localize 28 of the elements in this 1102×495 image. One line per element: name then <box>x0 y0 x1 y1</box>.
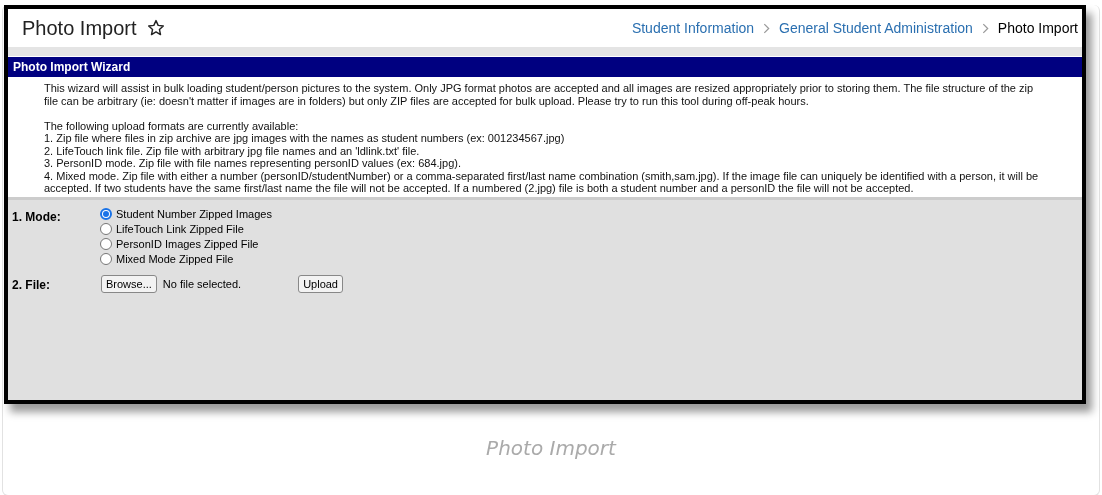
breadcrumb-link[interactable]: Student Information <box>631 20 755 36</box>
breadcrumb-current: Photo Import <box>997 20 1078 36</box>
file-label: 2. File: <box>12 277 51 292</box>
upload-button[interactable]: Upload <box>298 274 343 293</box>
formats-heading: The following upload formats are currently available: <box>44 119 300 132</box>
format-item: 3. PersonID mode. Zip file with file names representing personID values (ex: 684.jpg). <box>44 157 462 170</box>
format-item: 2. LifeTouch link file. Zip file with arbitrary jpg file names and an 'ldlink.txt' file. <box>44 144 421 157</box>
radio-label[interactable]: Mixed Mode Zipped File <box>116 252 234 265</box>
browse-button[interactable]: Browse... <box>101 274 157 293</box>
mode-label: 1. Mode: <box>12 209 62 224</box>
radio-label[interactable]: Student Number Zipped Images <box>116 207 272 220</box>
image-caption: Photo Import <box>485 436 618 460</box>
radio-button[interactable] <box>100 207 112 220</box>
radio-button[interactable] <box>100 237 112 250</box>
radio-button[interactable] <box>100 252 112 265</box>
breadcrumb-link[interactable]: General Student Administration <box>779 20 973 36</box>
chevron-icon <box>981 22 989 34</box>
star-icon[interactable] <box>146 19 165 37</box>
radio-label[interactable]: LifeTouch Link Zipped File <box>116 222 244 235</box>
radio-label[interactable]: PersonID Images Zipped File <box>116 237 259 250</box>
radio-button[interactable] <box>100 222 112 235</box>
wizard-title-bar: Photo Import Wizard <box>8 56 1082 77</box>
file-status: No file selected. <box>162 277 242 290</box>
format-item: 4. Mixed mode. Zip file with either a number (personID/studentNumber) or a comma-separated first/last name combination (smith,sam.jpg). If the image file can uniquely be identified with a person, it will be accepted. If two students have the same first/last name the file will not be accepted. If a numbered (2.jpg) file is both a student number and a personID the file will not be accepted. <box>44 169 1040 195</box>
page-title: Photo Import <box>22 16 137 40</box>
format-item: 1. Zip file where files in zip archive are jpg images with the names as student numbers (ex: 001234567.jpg) <box>44 132 566 145</box>
chevron-icon <box>763 22 771 34</box>
intro-text: This wizard will assist in bulk loading student/person pictures to the system. Only JPG format photos are accepted and all images are resized appropriately prior to storing them. The file structure of the zip file can be arbitrary (ie: doesn't matter if images are in folders) but only ZIP files are accepted for bulk upload. Please try to run this tool during off-peak hours. <box>44 82 1035 107</box>
